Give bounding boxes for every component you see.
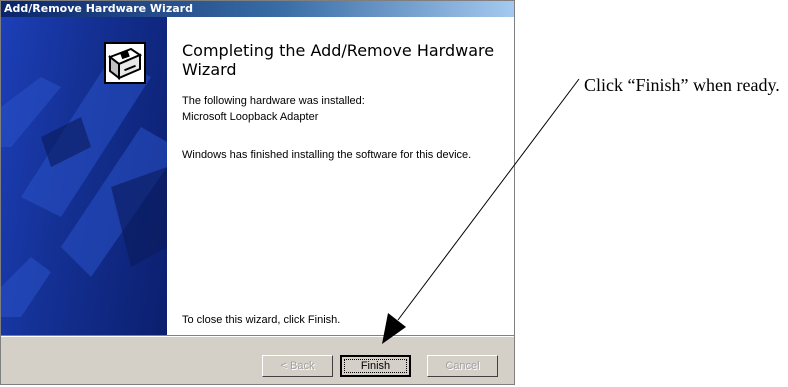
arrow-icon [382, 78, 580, 344]
callout-text: Click “Finish” when ready. [584, 75, 780, 95]
